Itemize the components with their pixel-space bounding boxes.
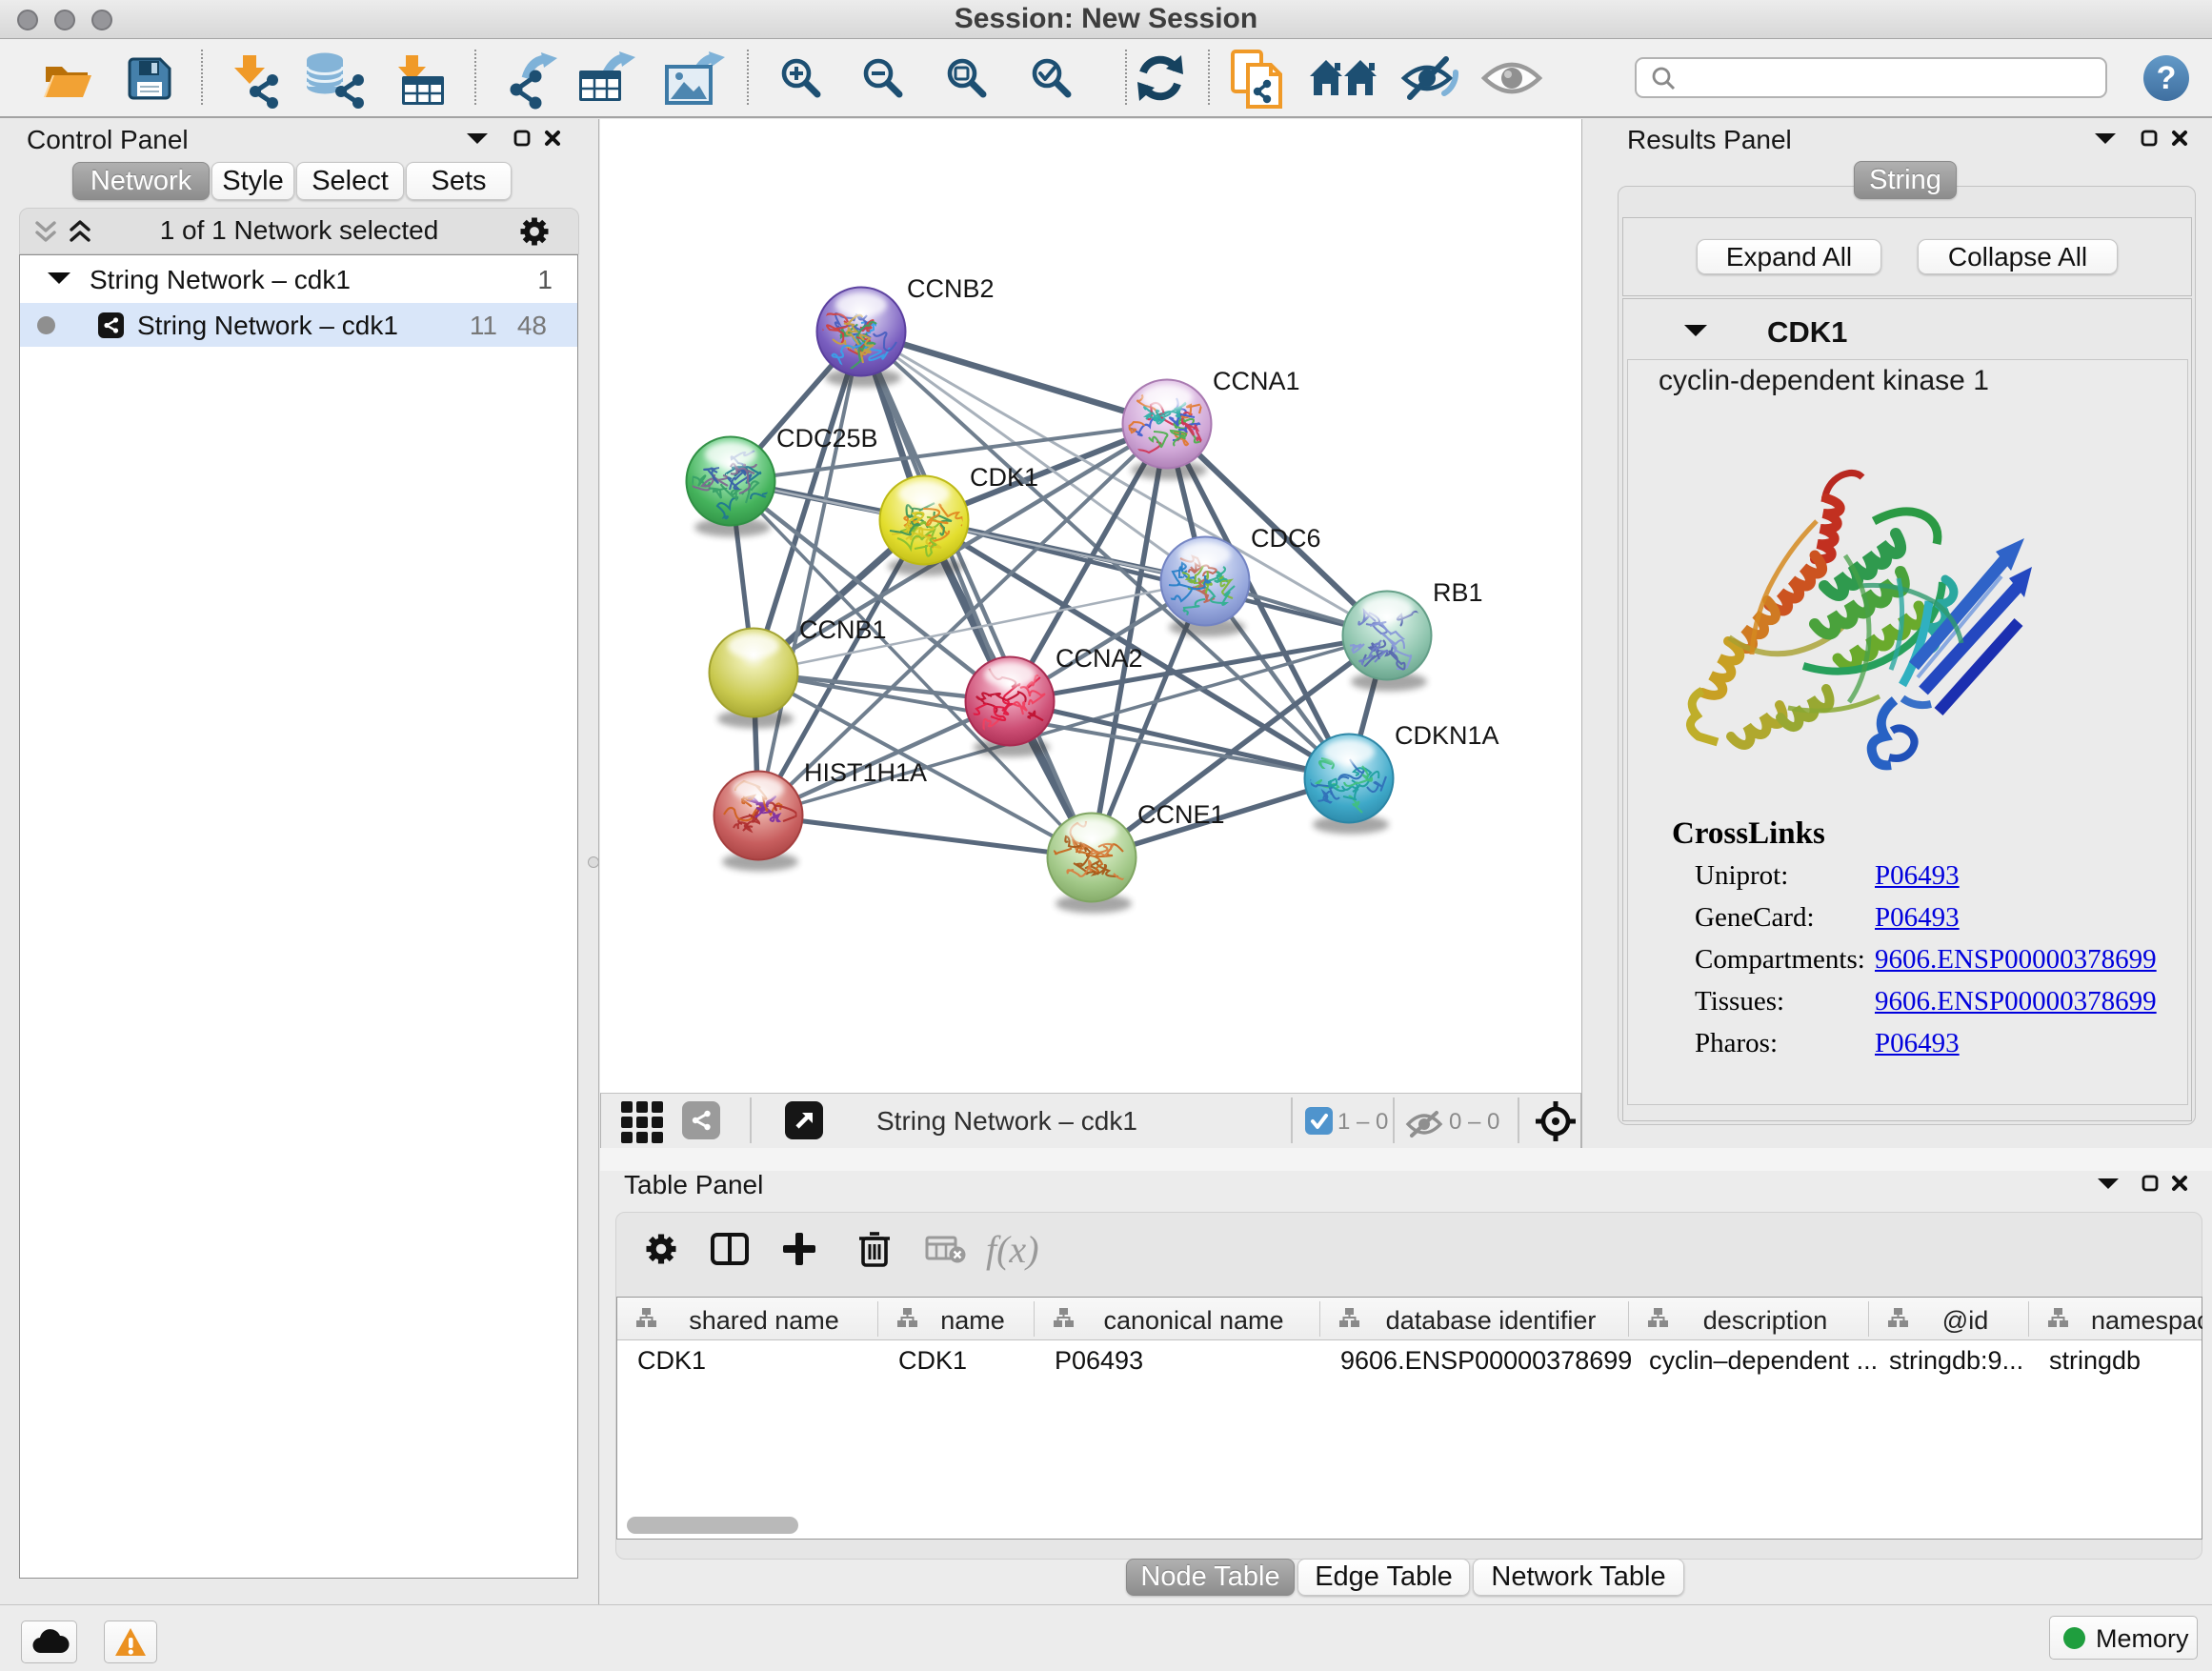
svg-text:CDC25B: CDC25B (776, 424, 878, 453)
svg-text:CDKN1A: CDKN1A (1395, 721, 1499, 750)
svg-text:HIST1H1A: HIST1H1A (804, 758, 927, 787)
svg-text:CCNA1: CCNA1 (1213, 367, 1300, 395)
svg-text:CCNB2: CCNB2 (907, 274, 995, 303)
svg-text:CDC6: CDC6 (1251, 524, 1321, 553)
svg-text:CCNB1: CCNB1 (799, 615, 887, 644)
svg-text:CDK1: CDK1 (970, 463, 1038, 492)
svg-text:CCNA2: CCNA2 (1056, 644, 1143, 673)
svg-text:RB1: RB1 (1433, 578, 1483, 607)
svg-text:CCNE1: CCNE1 (1137, 800, 1225, 829)
